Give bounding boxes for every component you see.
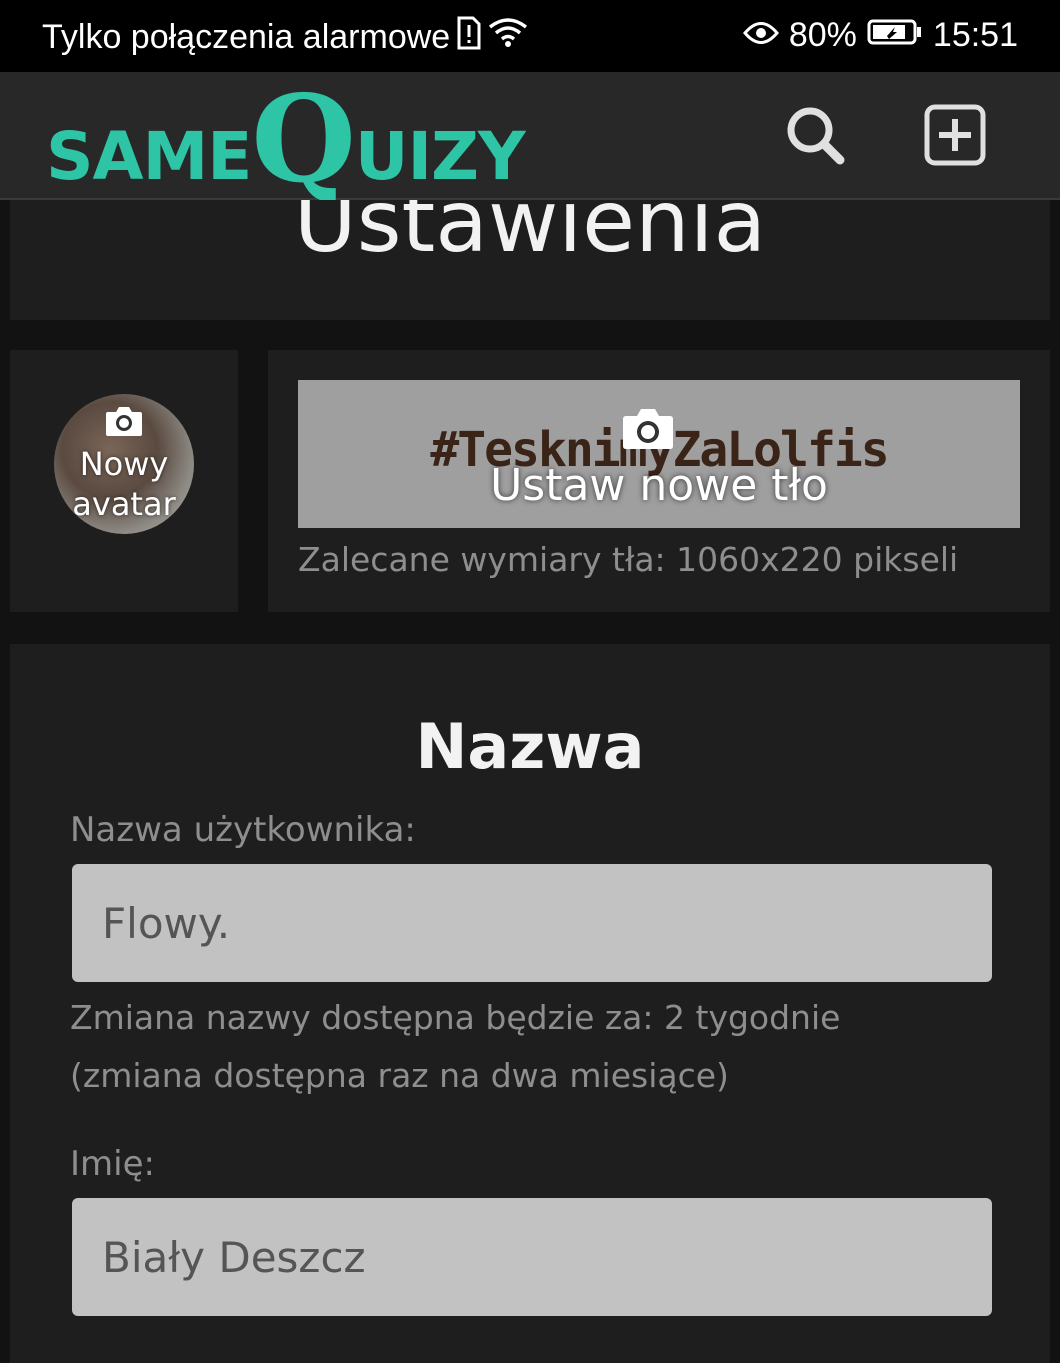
status-right: 80% 15:51 (742, 16, 1018, 55)
username-label: Nazwa użytkownika: (70, 810, 416, 850)
camera-icon (620, 404, 676, 456)
app-header: SAME Q UIZY (0, 72, 1060, 200)
avatar-card: Nowy avatar (10, 350, 238, 612)
battery-icon (867, 16, 923, 55)
sim-alert-icon (456, 16, 482, 59)
search-icon (782, 107, 848, 172)
status-bar: Tylko połączenia alarmowe 80% 15:51 (0, 0, 1060, 72)
first-name-input[interactable]: Biały Deszcz (72, 1198, 992, 1316)
carrier-text: Tylko połączenia alarmowe (42, 18, 451, 56)
settings-title-card: Ustawienia (10, 200, 1050, 320)
avatar-label-line1: Nowy (79, 445, 169, 483)
username-input[interactable]: Flowy. (72, 864, 992, 982)
clock: 15:51 (932, 16, 1018, 54)
avatar-label-line2: avatar (72, 485, 176, 523)
create-quiz-button[interactable] (922, 102, 988, 168)
avatar-upload[interactable]: Nowy avatar (54, 394, 194, 534)
background-upload[interactable]: #TesknimyZaLolfis Ustaw nowe tło (298, 380, 1020, 528)
background-card: #TesknimyZaLolfis Ustaw nowe tło Zalecan… (268, 350, 1050, 612)
name-form-card: Nazwa Nazwa użytkownika: Flowy. Zmiana n… (10, 644, 1050, 1363)
logo-text-same: SAME (46, 118, 252, 195)
name-change-frequency-note: (zmiana dostępna raz na dwa miesiące) (70, 1056, 729, 1095)
page-title: Ustawienia (293, 200, 767, 272)
add-box-icon (922, 104, 988, 172)
background-size-hint: Zalecane wymiary tła: 1060x220 pikseli (298, 540, 959, 579)
first-name-label: Imię: (70, 1144, 155, 1184)
avatar-label: Nowy avatar (72, 444, 175, 524)
logo-text-q: Q (251, 69, 356, 210)
logo-text-uizy: UIZY (354, 118, 526, 195)
search-button[interactable] (782, 102, 848, 168)
section-title: Nazwa (415, 710, 645, 783)
status-left: Tylko połączenia alarmowe (42, 16, 528, 59)
battery-percent: 80% (788, 16, 857, 54)
wifi-icon (488, 17, 528, 58)
name-change-note: Zmiana nazwy dostępna będzie za: 2 tygod… (70, 998, 841, 1037)
samequizy-logo[interactable]: SAME Q UIZY (46, 69, 526, 210)
eye-icon (742, 16, 779, 55)
set-background-label: Ustaw nowe tło (490, 460, 828, 511)
camera-icon (104, 404, 144, 442)
